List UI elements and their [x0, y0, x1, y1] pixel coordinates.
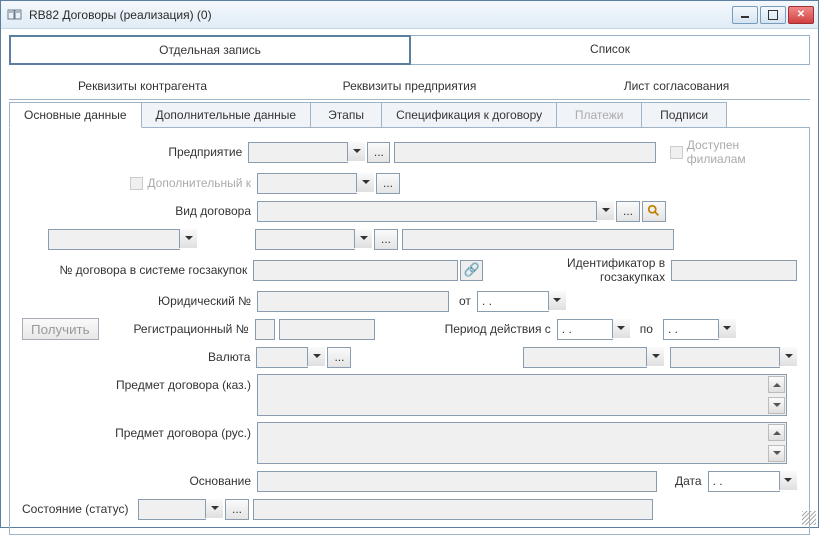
label-additional-to: Дополнительный к — [22, 176, 257, 190]
contract-type-lookup-button[interactable]: ... — [616, 201, 640, 222]
legal-number-field[interactable] — [257, 291, 449, 312]
dropdown-icon[interactable] — [612, 319, 630, 338]
search-icon — [647, 204, 661, 218]
status-combo[interactable] — [138, 499, 223, 520]
form-panel: Предприятие ... Доступен филиалам Дополн… — [9, 128, 810, 535]
label-reg-number: Регистрационный № — [109, 322, 255, 336]
get-button[interactable]: Получить — [22, 318, 99, 340]
close-button[interactable] — [788, 6, 814, 24]
dropdown-icon[interactable] — [646, 347, 664, 366]
label-date: Дата — [657, 474, 708, 488]
window-title: RB82 Договоры (реализация) (0) — [29, 8, 732, 22]
currency-combo[interactable] — [256, 347, 325, 368]
label-gov-proc-id: Идентификатор в госзакупках — [483, 256, 671, 284]
aux-lookup-button[interactable]: ... — [374, 229, 398, 250]
main-tabs: Отдельная запись Список — [9, 35, 810, 65]
aux-combo-1[interactable] — [48, 229, 197, 250]
status-lookup-button[interactable]: ... — [225, 499, 249, 520]
label-currency: Валюта — [22, 350, 256, 364]
dropdown-icon[interactable] — [356, 173, 374, 192]
tab-payments: Платежи — [556, 102, 642, 127]
dropdown-icon[interactable] — [347, 142, 365, 161]
available-branches-checkbox — [670, 146, 683, 159]
extra-combo-1[interactable] — [523, 347, 664, 368]
label-subject-kz: Предмет договора (каз.) — [22, 374, 257, 392]
dropdown-icon[interactable] — [179, 229, 197, 248]
gov-proc-link-button[interactable]: 🔗 — [460, 260, 484, 281]
scroll-up-icon[interactable] — [768, 376, 785, 393]
label-period: Период действия с — [375, 322, 557, 336]
basis-date-combo[interactable]: . . — [708, 471, 797, 492]
legal-date-combo[interactable]: . . — [477, 291, 566, 312]
label-enterprise: Предприятие — [22, 145, 248, 159]
contract-type-search-button[interactable] — [642, 201, 666, 222]
label-from: от — [449, 294, 477, 308]
dropdown-icon[interactable] — [779, 471, 797, 490]
sub-tabs-1: Реквизиты контрагента Реквизиты предприя… — [9, 73, 810, 100]
label-legal-number: Юридический № — [22, 294, 257, 308]
reg-number-prefix-field[interactable] — [255, 319, 275, 340]
tab-main-data[interactable]: Основные данные — [9, 102, 142, 128]
status-name-field[interactable] — [253, 499, 653, 520]
additional-to-checkbox — [130, 177, 143, 190]
window-icon — [7, 7, 23, 23]
tab-stages[interactable]: Этапы — [310, 102, 382, 127]
dropdown-icon[interactable] — [596, 201, 614, 220]
period-to-combo[interactable]: . . — [663, 319, 736, 340]
label-contract-type: Вид договора — [22, 204, 257, 218]
dropdown-icon[interactable] — [779, 347, 797, 366]
basis-field[interactable] — [257, 471, 657, 492]
title-bar: RB82 Договоры (реализация) (0) — [1, 1, 818, 29]
enterprise-combo[interactable] — [248, 142, 365, 163]
scroll-down-icon[interactable] — [768, 397, 785, 414]
minimize-button[interactable] — [732, 6, 758, 24]
enterprise-lookup-button[interactable]: ... — [367, 142, 390, 163]
dropdown-icon[interactable] — [718, 319, 736, 338]
tab-single-record[interactable]: Отдельная запись — [9, 35, 411, 65]
label-gov-proc-number: № договора в системе госзакупок — [22, 263, 253, 277]
gov-proc-number-field[interactable] — [253, 260, 458, 281]
contract-type-combo[interactable] — [257, 201, 614, 222]
label-to: по — [630, 322, 663, 336]
currency-lookup-button[interactable]: ... — [327, 347, 351, 368]
reg-number-field[interactable] — [279, 319, 375, 340]
tab-specification[interactable]: Спецификация к договору — [381, 102, 557, 127]
label-available-branches: Доступен филиалам — [687, 138, 797, 166]
resize-grip-icon[interactable] — [802, 511, 816, 525]
label-subject-ru: Предмет договора (рус.) — [22, 422, 257, 440]
gov-proc-id-field[interactable] — [671, 260, 797, 281]
scroll-down-icon[interactable] — [768, 445, 785, 462]
tab-enterprise-req[interactable]: Реквизиты предприятия — [276, 73, 543, 99]
dropdown-icon[interactable] — [548, 291, 566, 310]
extra-combo-2[interactable] — [670, 347, 797, 368]
dropdown-icon[interactable] — [354, 229, 372, 248]
tab-list[interactable]: Список — [410, 36, 809, 64]
link-icon: 🔗 — [464, 262, 480, 278]
subject-kz-textarea[interactable] — [257, 374, 787, 416]
period-from-combo[interactable]: . . — [557, 319, 630, 340]
enterprise-name-field[interactable] — [394, 142, 656, 163]
aux-name-field[interactable] — [402, 229, 674, 250]
aux-combo-2[interactable] — [255, 229, 372, 250]
sub-tabs-2: Основные данные Дополнительные данные Эт… — [9, 102, 810, 128]
maximize-button[interactable] — [760, 6, 786, 24]
scroll-up-icon[interactable] — [768, 424, 785, 441]
additional-to-lookup-button[interactable]: ... — [376, 173, 400, 194]
dropdown-icon[interactable] — [205, 499, 223, 518]
tab-approval-sheet[interactable]: Лист согласования — [543, 73, 810, 99]
tab-signatures[interactable]: Подписи — [641, 102, 727, 127]
dropdown-icon[interactable] — [307, 347, 325, 366]
additional-to-combo[interactable] — [257, 173, 374, 194]
label-status: Состояние (статус) — [22, 502, 138, 516]
tab-additional-data[interactable]: Дополнительные данные — [141, 102, 312, 127]
subject-ru-textarea[interactable] — [257, 422, 787, 464]
tab-contragent-req[interactable]: Реквизиты контрагента — [9, 73, 276, 99]
label-basis: Основание — [22, 474, 257, 488]
